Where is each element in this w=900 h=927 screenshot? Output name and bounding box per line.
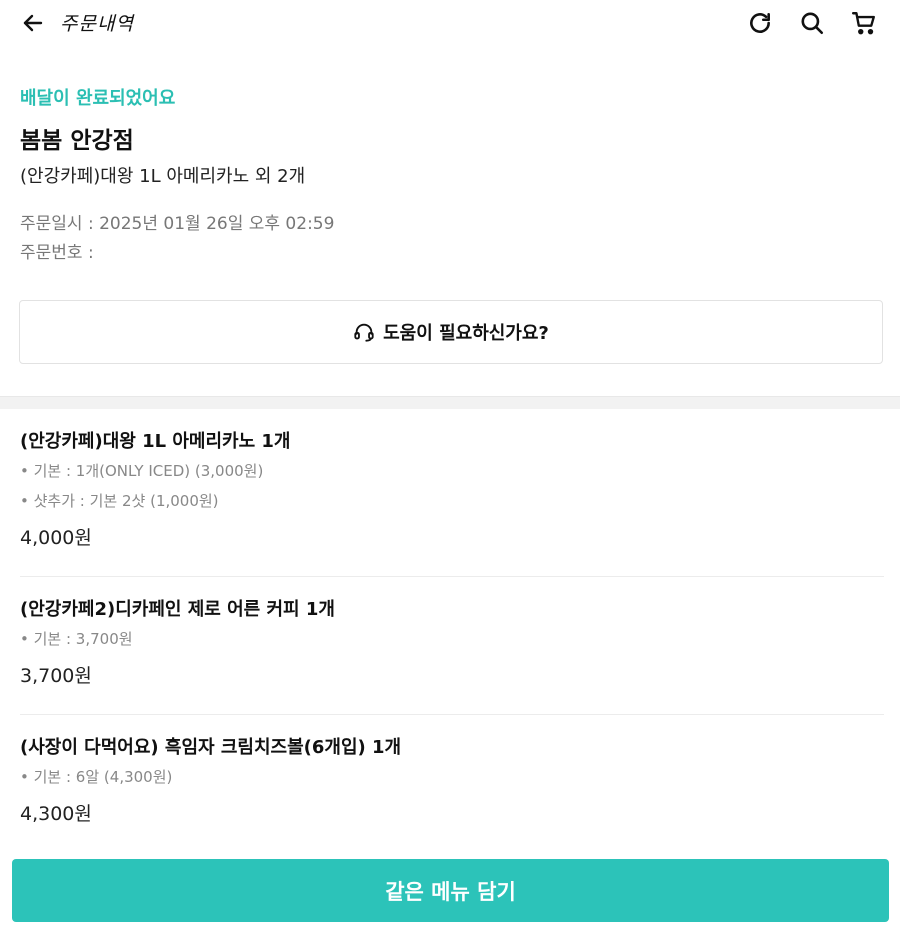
arrow-left-icon [23,14,43,32]
section-divider [0,396,900,409]
delivery-status: 배달이 완료되었어요 [20,88,176,109]
refresh-icon [750,13,770,33]
item-option: • 기본 : 1개(ONLY ICED) (3,000원) [20,462,264,480]
item-price: 4,000원 [20,527,92,549]
order-summary-section: 배달이 완료되었어요 봄봄 안강점 (안강카페)대왕 1L 아메리카노 외 2개… [20,86,882,268]
back-button[interactable] [18,8,48,38]
reorder-same-menu-button[interactable]: 같은 메뉴 담기 [12,859,889,922]
page-title: 주문내역 [60,13,134,35]
order-date: 주문일시 : 2025년 01월 26일 오후 02:59 [20,214,335,234]
help-button[interactable]: 도움이 필요하신가요? [19,300,883,364]
item-name: (사장이 다먹어요) 흑임자 크림치즈볼(6개입) 1개 [20,737,402,758]
item-option: • 기본 : 6알 (4,300원) [20,768,173,786]
cart-button[interactable] [846,6,882,40]
header-actions [742,6,882,40]
order-item: (안강카페)대왕 1L 아메리카노 1개 • 기본 : 1개(ONLY ICED… [20,409,884,577]
order-item: (사장이 다먹어요) 흑임자 크림치즈볼(6개입) 1개 • 기본 : 6알 (… [20,715,884,851]
item-option: • 기본 : 3,700원 [20,630,133,648]
search-icon [801,12,824,35]
cart-icon [851,12,875,35]
item-name: (안강카페)대왕 1L 아메리카노 1개 [20,431,291,452]
item-name: (안강카페2)디카페인 제로 어른 커피 1개 [20,599,335,620]
item-option: • 샷추가 : 기본 2샷 (1,000원) [20,492,219,510]
order-item-list: (안강카페)대왕 1L 아메리카노 1개 • 기본 : 1개(ONLY ICED… [20,409,884,851]
item-price: 3,700원 [20,665,92,687]
store-name: 봄봄 안강점 [20,128,134,154]
order-meta: 주문일시 : 2025년 01월 26일 오후 02:59 주문번호 : [20,210,882,268]
help-button-label: 도움이 필요하신가요? [383,323,549,344]
headset-icon [354,323,374,342]
search-button[interactable] [794,6,830,40]
refresh-button[interactable] [742,6,778,40]
order-items-summary: (안강카페)대왕 1L 아메리카노 외 2개 [20,166,306,187]
order-item: (안강카페2)디카페인 제로 어른 커피 1개 • 기본 : 3,700원 3,… [20,577,884,715]
order-number: 주문번호 : [20,243,94,263]
app-header: 주문내역 [0,0,900,46]
item-price: 4,300원 [20,803,92,825]
